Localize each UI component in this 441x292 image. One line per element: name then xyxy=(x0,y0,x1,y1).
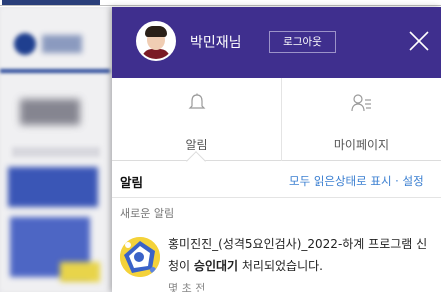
mark-all-read-and-settings-link[interactable]: 모두 읽은상태로 표시 · 설정 xyxy=(289,173,424,189)
avatar-hair xyxy=(145,26,167,37)
notifications-section-header: 알림 모두 읽은상태로 표시 · 설정 xyxy=(112,161,441,198)
bg-highlight xyxy=(60,262,100,282)
logout-button[interactable]: 로그아웃 xyxy=(269,31,336,53)
avatar-body xyxy=(142,49,170,59)
notification-item[interactable]: 홍미진진_(성격5요인검사)_2022-하계 프로그램 신청이 승인대기 처리되… xyxy=(112,225,441,292)
notification-text-after: 처리되었습니다. xyxy=(238,259,323,273)
tab-mypage-label: 마이페이지 xyxy=(333,138,390,152)
user-avatar[interactable] xyxy=(136,21,176,61)
user-name: 박민재님 xyxy=(190,35,242,51)
bg-divider xyxy=(0,69,110,73)
notification-status: 승인대기 xyxy=(193,259,239,273)
bg-logo-text xyxy=(42,35,82,53)
user-list-icon xyxy=(350,92,372,114)
tab-notifications-label: 알림 xyxy=(185,138,208,152)
new-notifications-group: 새로운 알림 xyxy=(112,198,441,225)
page-top-edge xyxy=(0,0,441,6)
bg-banner xyxy=(8,167,98,207)
tab-mypage[interactable]: 마이페이지 xyxy=(282,78,441,161)
bg-logo xyxy=(14,33,36,55)
new-notifications-label: 새로운 알림 xyxy=(120,207,175,220)
bg-heading xyxy=(20,99,80,125)
panel-header: 박민재님 로그아웃 xyxy=(112,7,441,78)
tab-notifications[interactable]: 알림 xyxy=(112,78,282,161)
page-tab-edge xyxy=(2,0,100,5)
panel-nav: 알림 마이페이지 xyxy=(112,78,441,171)
close-icon[interactable] xyxy=(406,28,432,54)
notification-panel: 박민재님 로그아웃 알림 마이페이지 알림 모두 읽은상태로 표시 · 설정 새… xyxy=(112,7,441,292)
section-title: 알림 xyxy=(120,175,144,190)
program-thumbnail xyxy=(120,237,160,277)
notification-message: 홍미진진_(성격5요인검사)_2022-하계 프로그램 신청이 승인대기 처리되… xyxy=(168,233,438,277)
notification-time: 몇 초 전 xyxy=(168,282,206,292)
bg-bar xyxy=(12,147,100,157)
bell-icon xyxy=(186,92,208,114)
